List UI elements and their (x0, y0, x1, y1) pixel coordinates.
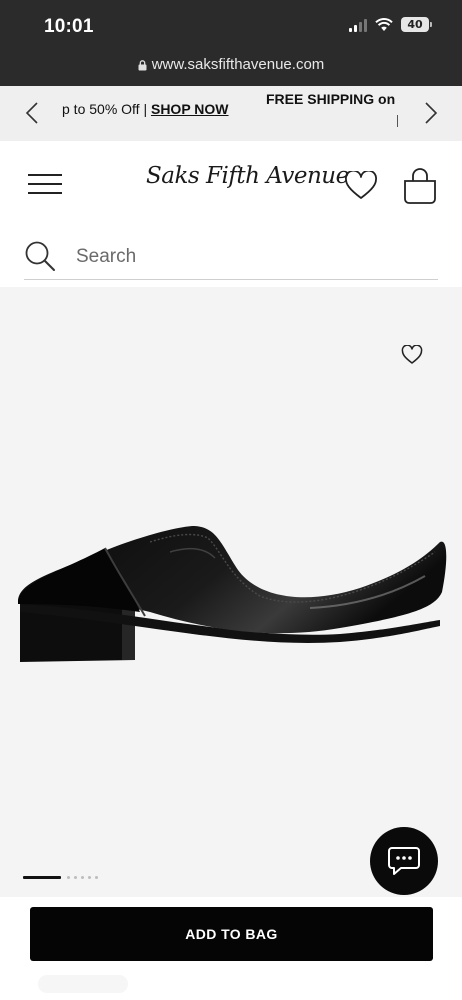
cellular-signal-icon (349, 18, 367, 32)
carousel-dot[interactable] (81, 876, 84, 879)
bottom-placeholder (38, 975, 128, 993)
top-chrome: 10:01 40 www.saksfifthavenue.com (0, 0, 462, 86)
promo-banner: p to 50% Off | SHOP NOW FREE SHIPPING on… (0, 86, 462, 141)
site-logo[interactable]: Saks Fifth Avenue (146, 163, 349, 189)
wishlist-heart-icon[interactable] (401, 345, 423, 365)
search-input[interactable] (76, 246, 416, 268)
product-image-carousel[interactable] (0, 287, 462, 897)
promo-sale-text: p to 50% Off | SHOP NOW (62, 101, 229, 117)
promo-sale-label: p to 50% Off | (62, 101, 151, 117)
carousel-dot[interactable] (88, 876, 91, 879)
search-icon[interactable] (24, 240, 56, 272)
status-icons: 40 (349, 17, 432, 32)
shopping-bag-icon[interactable] (402, 167, 438, 205)
chevron-left-icon (25, 102, 38, 124)
carousel-indicator (23, 876, 98, 879)
chevron-right-icon (425, 102, 438, 124)
wifi-icon (375, 17, 393, 31)
promo-next-button[interactable] (416, 98, 446, 128)
carousel-dot[interactable] (67, 876, 70, 879)
site-header: Saks Fifth Avenue (0, 141, 462, 231)
battery-level: 40 (401, 17, 429, 32)
heart-icon[interactable] (344, 171, 378, 201)
chat-bubble-icon (388, 847, 420, 875)
lock-icon (138, 59, 147, 71)
carousel-dot-active[interactable] (23, 876, 61, 879)
status-time: 10:01 (44, 16, 94, 37)
promo-prev-button[interactable] (17, 98, 47, 128)
chat-button[interactable] (370, 827, 438, 895)
url-text: www.saksfifthavenue.com (151, 56, 325, 73)
promo-divider (397, 115, 398, 127)
bottom-bar: ADD TO BAG (0, 897, 462, 1000)
battery-icon: 40 (401, 17, 432, 32)
product-image (18, 526, 447, 662)
promo-shipping-text: FREE SHIPPING on S (266, 91, 398, 107)
add-to-bag-button[interactable]: ADD TO BAG (30, 907, 433, 961)
hamburger-menu-icon[interactable] (28, 174, 62, 196)
carousel-dot[interactable] (74, 876, 77, 879)
address-bar[interactable]: www.saksfifthavenue.com (0, 56, 462, 73)
search-bar (24, 240, 438, 280)
carousel-dot[interactable] (95, 876, 98, 879)
promo-shop-now-link[interactable]: SHOP NOW (151, 101, 229, 117)
